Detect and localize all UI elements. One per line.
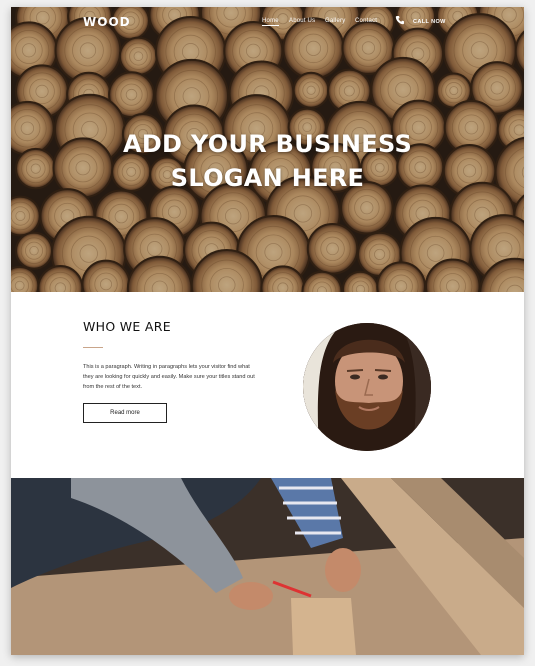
about-section: WHO WE ARE This is a paragraph. Writing … [11,292,524,478]
top-nav: WOOD Home About Us Gallery Contact CALL … [11,7,524,37]
nav-contact[interactable]: Contact [355,18,377,24]
workshop-photo [11,478,524,655]
nav-home[interactable]: Home [262,18,279,26]
slogan-line-2: SLOGAN HERE [170,164,365,192]
title-divider [83,347,103,348]
call-now-link[interactable]: CALL NOW [413,19,446,25]
slogan-line-1: ADD YOUR BUSINESS [122,130,413,158]
site-logo[interactable]: WOOD [83,15,131,29]
hero-slogan: ADD YOUR BUSINESS SLOGAN HERE [11,127,524,195]
avatar [303,323,431,451]
phone-icon[interactable] [395,15,405,25]
section-title: WHO WE ARE [83,319,171,334]
nav-about-us[interactable]: About Us [289,18,315,24]
nav-gallery[interactable]: Gallery [325,18,345,24]
workshop-image [11,478,524,655]
hero-section: WOOD Home About Us Gallery Contact CALL … [11,7,524,292]
page-frame: WOOD Home About Us Gallery Contact CALL … [11,7,524,655]
portrait-image [303,323,431,451]
read-more-button[interactable]: Read more [83,403,167,423]
about-paragraph: This is a paragraph. Writing in paragrap… [83,364,255,390]
